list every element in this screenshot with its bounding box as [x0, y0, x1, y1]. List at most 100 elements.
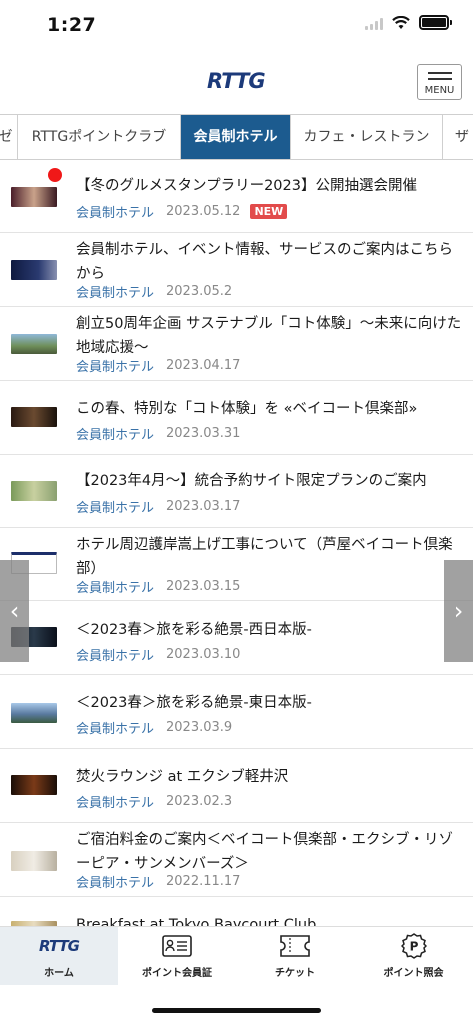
news-thumbnail: [11, 775, 57, 795]
news-title: 会員制ホテル、イベント情報、サービスのご案内はこちらから: [76, 242, 453, 282]
news-item[interactable]: 会員制ホテル、イベント情報、サービスのご案内はこちらから 会員制ホテル 2023…: [0, 233, 473, 307]
news-title: ご宿泊料金のご案内＜ベイコート倶楽部・エクシブ・リゾーピア・サンメンバーズ＞: [76, 832, 453, 872]
unread-dot: [48, 168, 62, 182]
news-date: 2023.03.10: [166, 646, 241, 662]
member-card-icon: [118, 935, 236, 957]
news-meta: 会員制ホテル 2023.02.3: [76, 792, 233, 811]
home-indicator: [152, 1008, 321, 1013]
news-thumbnail: [11, 187, 57, 207]
news-date: 2023.03.31: [166, 425, 241, 441]
news-item[interactable]: 【2023年4月～】統合予約サイト限定プランのご案内 会員制ホテル 2023.0…: [0, 455, 473, 528]
nav-label: チケット: [275, 968, 315, 979]
news-meta: 会員制ホテル 2023.03.15: [76, 577, 241, 596]
news-category: 会員制ホテル: [76, 359, 155, 375]
news-title: Breakfast at Tokyo Baycourt Club: [76, 917, 317, 926]
rttg-logo: RTTG: [207, 69, 266, 93]
nav-point-inquiry[interactable]: P ポイント照会: [354, 927, 473, 985]
nav-ticket[interactable]: チケット: [236, 927, 354, 985]
news-meta: 会員制ホテル 2023.04.17: [76, 356, 241, 375]
news-date: 2023.03.15: [166, 578, 241, 594]
news-title: ＜2023春＞旅を彩る絶景-東日本版-: [76, 695, 312, 711]
news-item[interactable]: 【冬のグルメスタンプラリー2023】公開抽選会開催 会員制ホテル 2023.05…: [0, 160, 473, 233]
nav-home[interactable]: RTTG ホーム: [0, 927, 118, 985]
hamburger-icon-bar: [428, 78, 452, 80]
app-header: RTTG MENU: [0, 50, 473, 114]
new-badge: NEW: [250, 203, 288, 219]
status-icons: [365, 15, 452, 30]
news-meta: 会員制ホテル 2023.05.2: [76, 282, 233, 301]
news-category: 会員制ホテル: [76, 580, 155, 596]
tab-membership-hotel[interactable]: 会員制ホテル: [181, 115, 291, 159]
chevron-left-icon: ‹: [9, 597, 20, 625]
news-meta: 会員制ホテル 2023.03.31: [76, 424, 241, 443]
news-item[interactable]: 創立50周年企画 サステナブル「コト体験」～未来に向けた地域応援～ 会員制ホテル…: [0, 307, 473, 381]
nav-label: ホーム: [44, 968, 74, 979]
status-bar: 1:27: [0, 0, 473, 50]
news-meta: 会員制ホテル 2023.03.9: [76, 718, 233, 737]
news-date: 2022.11.17: [166, 873, 241, 889]
news-category: 会員制ホテル: [76, 721, 155, 737]
nav-label: ポイント会員証: [142, 968, 212, 979]
news-thumbnail: [11, 260, 57, 280]
news-category: 会員制ホテル: [76, 427, 155, 443]
news-category: 会員制ホテル: [76, 285, 155, 301]
next-arrow-button[interactable]: ›: [444, 560, 473, 662]
point-icon: P: [354, 933, 473, 959]
news-item[interactable]: ホテル周辺護岸嵩上げ工事について（芦屋ベイコート倶楽部） 会員制ホテル 2023…: [0, 528, 473, 601]
news-category: 会員制ホテル: [76, 795, 155, 811]
news-meta: 会員制ホテル 2023.05.12 NEW: [76, 202, 288, 221]
news-item[interactable]: この春、特別な「コト体験」を «ベイコート倶楽部» 会員制ホテル 2023.03…: [0, 381, 473, 455]
nav-point-member-card[interactable]: ポイント会員証: [118, 927, 236, 985]
tab-partial-left[interactable]: ゼ: [0, 115, 18, 159]
news-meta: 会員制ホテル 2022.11.17: [76, 872, 241, 891]
news-title: ホテル周辺護岸嵩上げ工事について（芦屋ベイコート倶楽部）: [76, 537, 453, 577]
news-thumbnail: [11, 481, 57, 501]
news-thumbnail: [11, 703, 57, 723]
tab-cafe-restaurant[interactable]: カフェ・レストラン: [291, 115, 443, 159]
category-tabs: ゼ RTTGポイントクラブ 会員制ホテル カフェ・レストラン ザ: [0, 114, 473, 160]
news-thumbnail: [11, 407, 57, 427]
rttg-logo-icon: RTTG: [0, 935, 118, 957]
news-title: 創立50周年企画 サステナブル「コト体験」～未来に向けた地域応援～: [76, 316, 462, 356]
news-category: 会員制ホテル: [76, 648, 155, 664]
news-item[interactable]: 焚火ラウンジ at エクシブ軽井沢 会員制ホテル 2023.02.3: [0, 749, 473, 823]
news-date: 2023.05.2: [166, 283, 233, 299]
news-date: 2023.04.17: [166, 357, 241, 373]
news-category: 会員制ホテル: [76, 500, 155, 516]
news-meta: 会員制ホテル 2023.03.10: [76, 645, 241, 664]
status-time: 1:27: [47, 14, 97, 36]
news-thumbnail: [11, 334, 57, 354]
menu-label: MENU: [424, 85, 455, 96]
news-category: 会員制ホテル: [76, 875, 155, 891]
news-title: 【2023年4月～】統合予約サイト限定プランのご案内: [76, 473, 427, 489]
news-date: 2023.05.12: [166, 203, 241, 219]
tab-partial-right[interactable]: ザ: [443, 115, 473, 159]
news-date: 2023.02.3: [166, 793, 233, 809]
news-thumbnail: [11, 851, 57, 871]
menu-button[interactable]: MENU: [417, 64, 462, 100]
news-date: 2023.03.17: [166, 498, 241, 514]
news-title: 【冬のグルメスタンプラリー2023】公開抽選会開催: [76, 178, 417, 194]
news-meta: 会員制ホテル 2023.03.17: [76, 497, 241, 516]
news-title: この春、特別な「コト体験」を «ベイコート倶楽部»: [76, 401, 418, 417]
ticket-icon: [236, 935, 354, 957]
news-item[interactable]: ご宿泊料金のご案内＜ベイコート倶楽部・エクシブ・リゾーピア・サンメンバーズ＞ 会…: [0, 823, 473, 897]
cellular-signal-icon: [365, 16, 383, 30]
battery-icon: [419, 15, 452, 30]
news-list: 【冬のグルメスタンプラリー2023】公開抽選会開催 会員制ホテル 2023.05…: [0, 160, 473, 926]
nav-label: ポイント照会: [383, 968, 444, 979]
news-date: 2023.03.9: [166, 719, 233, 735]
news-category: 会員制ホテル: [76, 205, 155, 221]
previous-arrow-button[interactable]: ‹: [0, 560, 29, 662]
news-title: 焚火ラウンジ at エクシブ軽井沢: [76, 769, 289, 785]
news-item[interactable]: ＜2023春＞旅を彩る絶景-西日本版- 会員制ホテル 2023.03.10: [0, 601, 473, 675]
hamburger-icon: [428, 72, 452, 74]
rttg-logo-icon-text: RTTG: [39, 937, 80, 955]
tab-rttg-point-club[interactable]: RTTGポイントクラブ: [18, 115, 181, 159]
wifi-icon: [392, 15, 410, 29]
news-item[interactable]: ＜2023春＞旅を彩る絶景-東日本版- 会員制ホテル 2023.03.9: [0, 675, 473, 749]
news-title: ＜2023春＞旅を彩る絶景-西日本版-: [76, 622, 312, 638]
chevron-right-icon: ›: [453, 597, 464, 625]
news-item[interactable]: Breakfast at Tokyo Baycourt Club: [0, 897, 473, 926]
point-icon-text: P: [409, 940, 418, 954]
